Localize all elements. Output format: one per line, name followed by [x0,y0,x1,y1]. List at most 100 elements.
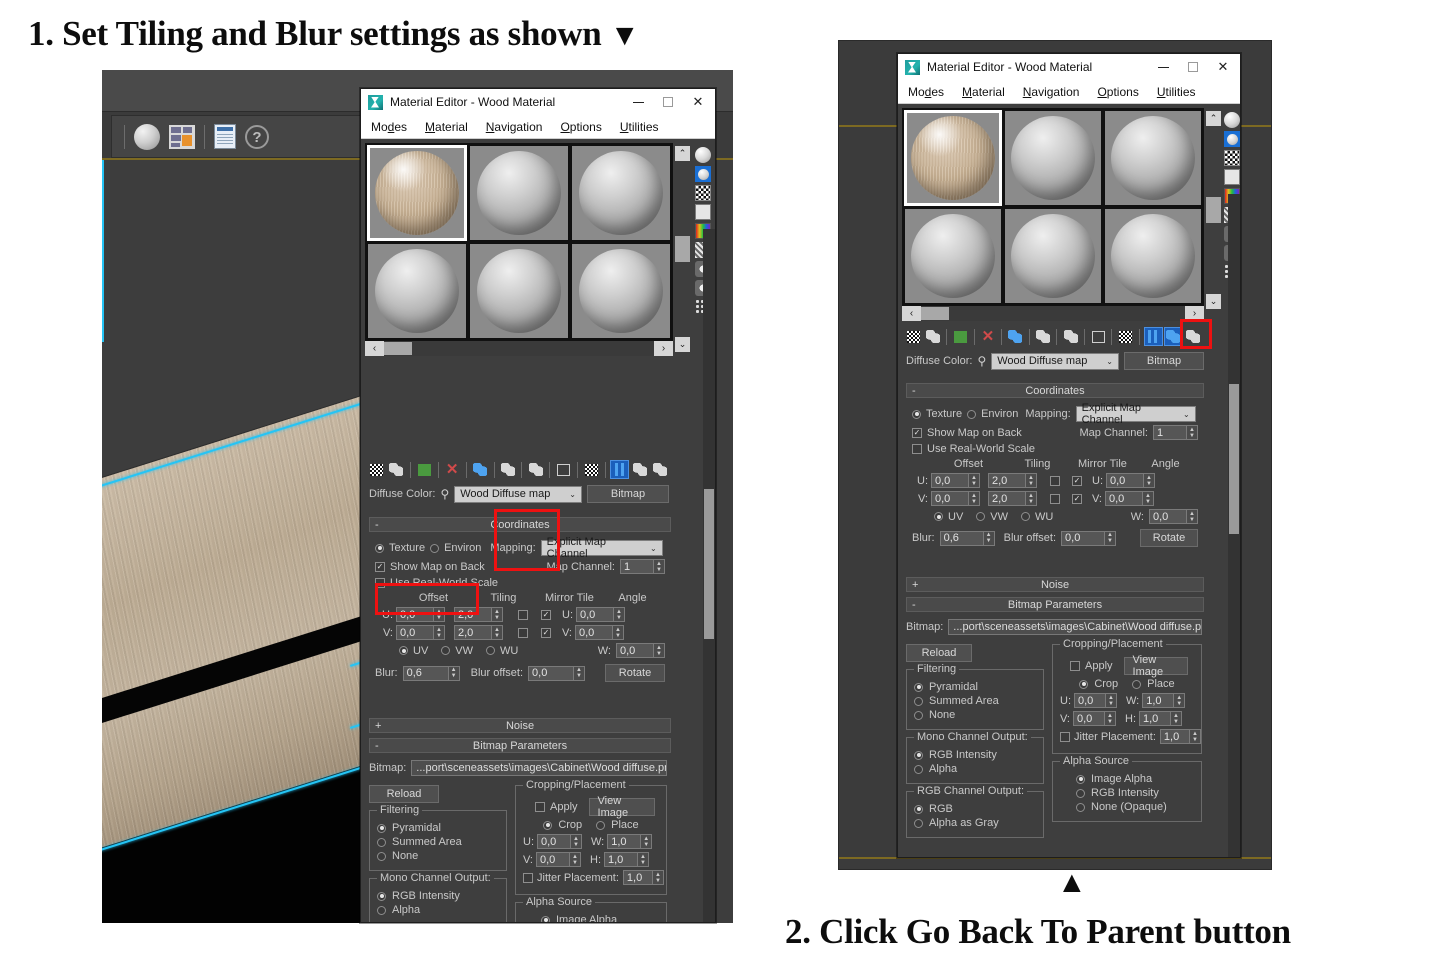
scroll-thumb[interactable] [1206,197,1221,223]
panel-vertical-scrollbar[interactable] [703,229,715,922]
rgb-option-alpha-as-gray[interactable]: Alpha as Gray [914,817,1036,829]
menu-bar[interactable]: Modes Material Navigation Options Utilit… [361,115,715,139]
maximize-button[interactable] [653,90,683,114]
filtering-option-pyramidal[interactable]: Pyramidal [914,681,1036,693]
sample-slot-1[interactable] [904,110,1002,206]
stepper-arrows-icon[interactable]: ▲ ▼ [1144,473,1155,488]
maximize-button[interactable] [1178,55,1208,79]
none-radio[interactable] [377,851,386,861]
rollout-coordinates[interactable]: - Coordinates [906,383,1204,398]
slot-horizontal-scrollbar[interactable]: ‹ › [365,341,673,356]
tiling-v-stepper[interactable]: 2,0 ▲ ▼ [454,625,503,640]
reload-button[interactable]: Reload [906,644,972,662]
mono-option-rgb-intensity[interactable]: RGB Intensity [377,890,499,902]
sample-slot-6[interactable] [571,243,671,339]
angle-u-stepper[interactable]: 0,0 ▲ ▼ [1106,473,1155,488]
crop-radio[interactable] [1079,679,1089,689]
get-material-icon[interactable] [367,460,386,479]
stepper-arrows-icon[interactable]: ▲ ▼ [574,665,586,681]
panel-vertical-scrollbar[interactable] [1228,194,1240,857]
menu-item-options[interactable]: Options [560,120,601,134]
tile-v-checkbox[interactable]: ✓ [541,627,551,638]
show-map-on-back-row[interactable]: ✓ Show Map on Back Map Channel: 1 ▲ ▼ [375,559,665,574]
crop-v-stepper[interactable]: 0,0 ▲ ▼ [536,852,581,867]
sample-type-sphere-icon[interactable] [1224,112,1240,128]
tile-u-checkbox[interactable]: ✓ [1072,475,1082,486]
angle-w-stepper[interactable]: 0,0 ▲ ▼ [1149,509,1198,524]
make-material-copy-icon[interactable] [471,460,490,479]
rgb-radio[interactable] [914,804,923,814]
image-alpha-radio[interactable] [1076,774,1085,784]
menu-item-navigation[interactable]: Navigation [1023,85,1080,99]
get-material-icon[interactable] [904,327,923,346]
angle-v-stepper[interactable]: 0,0 ▲ ▼ [575,625,624,640]
scroll-thumb[interactable] [921,307,949,320]
backlight-icon[interactable] [1224,131,1240,147]
sample-slot-grid[interactable] [902,108,1204,306]
sample-slot-4[interactable] [904,208,1002,304]
blur-stepper[interactable]: 0,6 ▲ ▼ [402,665,460,681]
texture-radio[interactable] [912,409,921,419]
slot-vertical-scrollbar[interactable]: ⌃ ⌄ [674,145,691,353]
sample-slot-3[interactable] [1104,110,1202,206]
material-toolbar[interactable]: ✕ [363,457,673,482]
go-forward-to-sibling-icon[interactable] [650,460,669,479]
sample-uv-tiling-icon[interactable] [695,204,711,220]
crop-radio[interactable] [543,820,553,830]
stepper-arrows-icon[interactable]: ▲ ▼ [969,491,980,506]
close-button[interactable]: ✕ [683,90,713,114]
stepper-arrows-icon[interactable]: ▲ ▼ [434,607,445,622]
stepper-arrows-icon[interactable]: ▲ ▼ [1105,711,1116,726]
scroll-thumb[interactable] [675,236,690,262]
filtering-option-summed-area[interactable]: Summed Area [377,836,499,848]
map-channel-stepper[interactable]: 1 ▲ ▼ [1153,425,1198,440]
rollout-noise[interactable]: + Noise [906,577,1204,592]
uvw-axis-row[interactable]: UV VW WU W: 0,0 ▲ ▼ [912,509,1198,524]
stepper-arrows-icon[interactable]: ▲ ▼ [1187,509,1198,524]
rgb-intensity-radio[interactable] [377,891,386,901]
use-real-world-scale-checkbox[interactable] [375,578,385,588]
pyramidal-radio[interactable] [377,823,386,833]
eyedropper-icon[interactable]: ⚲ [977,354,986,368]
scroll-left-button[interactable]: ‹ [902,306,921,321]
view-image-button[interactable]: View Image [588,795,655,819]
summed-area-radio[interactable] [914,696,923,706]
pyramidal-radio[interactable] [914,682,923,692]
rgb-option-rgb[interactable]: RGB [914,803,1036,815]
tiling-v-stepper[interactable]: 2,0 ▲ ▼ [988,491,1037,506]
crop-u-w-row[interactable]: U: 0,0 ▲ ▼ W: 1,0 ▲ ▼ [523,834,659,849]
stepper-arrows-icon[interactable]: ▲ ▼ [1105,530,1117,546]
use-real-world-scale-row[interactable]: Use Real-World Scale [375,577,665,589]
alpha-option-none-opaque[interactable]: None (Opaque) [1076,801,1194,813]
bitmap-path-field[interactable]: ...port\sceneassets\images\Cabinet\Wood … [411,760,667,776]
menu-item-modes[interactable]: Modes [371,120,407,134]
menu-item-material[interactable]: Material [425,120,468,134]
blur-row[interactable]: Blur: 0,6 ▲ ▼ Blur offset: 0,0 ▲ ▼ Rotate [912,529,1198,547]
window-title-bar[interactable]: Material Editor - Wood Material ✕ [898,54,1240,80]
scroll-down-button[interactable]: ⌄ [1206,294,1221,309]
put-material-to-scene-icon[interactable] [924,327,943,346]
material-editor-window-left[interactable]: Material Editor - Wood Material ✕ Modes … [360,88,716,923]
alpha-radio[interactable] [914,764,923,774]
alpha-option-image-alpha[interactable]: Image Alpha [1076,773,1194,785]
menu-item-utilities[interactable]: Utilities [620,120,659,134]
vw-radio[interactable] [976,512,986,521]
show-end-result-icon[interactable] [609,460,630,479]
angle-u-stepper[interactable]: 0,0 ▲ ▼ [576,607,625,622]
crop-v-h-row[interactable]: V: 0,0 ▲ ▼ H: 1,0 ▲ ▼ [523,852,659,867]
scroll-left-button[interactable]: ‹ [365,341,384,356]
stepper-arrows-icon[interactable]: ▲ ▼ [1026,491,1037,506]
coordinates-row-u[interactable]: U: 0,0 ▲ ▼ 2,0 ▲ ▼ ✓ U: 0,0 ▲ ▼ [375,607,665,622]
show-map-on-back-row[interactable]: ✓ Show Map on Back Map Channel: 1 ▲ ▼ [912,425,1198,440]
vw-radio[interactable] [441,646,451,655]
menu-bar[interactable]: Modes Material Navigation Options Utilit… [898,80,1240,104]
crop-u-w-row[interactable]: U: 0,0 ▲ ▼ W: 1,0 ▲ ▼ [1060,693,1194,708]
menu-item-utilities[interactable]: Utilities [1157,85,1196,99]
jitter-stepper[interactable]: 1,0 ▲ ▼ [622,870,664,885]
material-editor-window-right[interactable]: Material Editor - Wood Material ✕ Modes … [897,53,1241,858]
jitter-checkbox[interactable] [1060,731,1070,742]
alpha-option-image-alpha[interactable]: Image Alpha [541,914,659,922]
material-toolbar[interactable]: ✕ [900,324,1206,349]
jitter-checkbox[interactable] [523,872,533,883]
alpha-as-gray-radio[interactable] [914,818,923,828]
